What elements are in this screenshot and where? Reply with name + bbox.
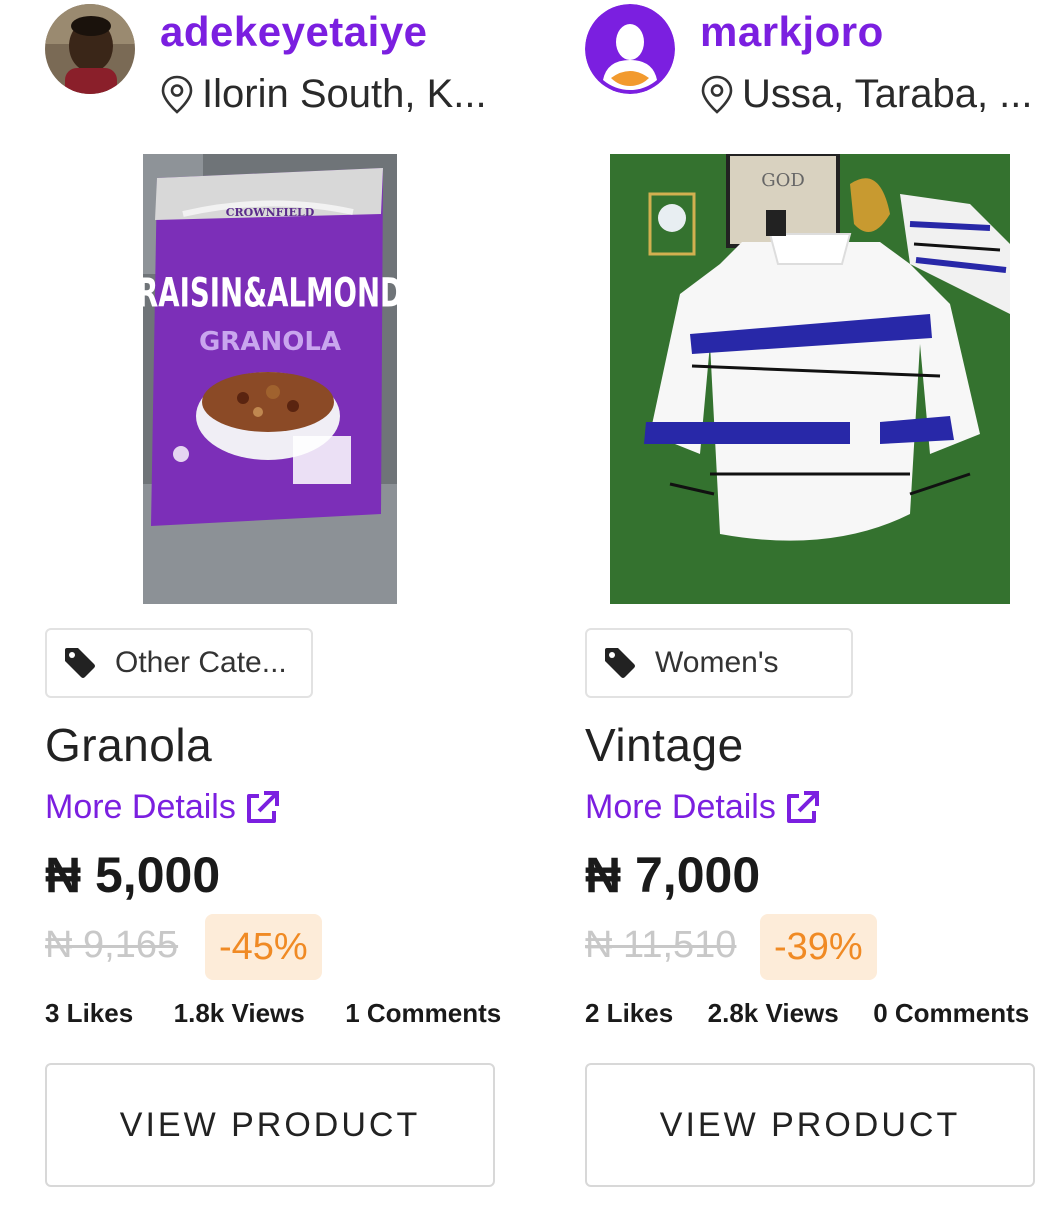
category-chip: Other Cate... — [45, 628, 313, 698]
discount-badge: -39% — [760, 914, 877, 980]
seller-location: Ilorin South, K... — [160, 72, 487, 117]
location-text: Ilorin South, K... — [202, 72, 487, 116]
product-title: Granola — [45, 719, 213, 771]
frame-text: GOD — [761, 170, 805, 191]
external-link-icon — [784, 790, 820, 826]
comments-count: 0 Comments — [873, 998, 1030, 1028]
product-name-line2: GRANOLA — [199, 327, 341, 357]
likes-count: 2 Likes — [585, 998, 674, 1028]
product-stats: 3 Likes 1.8k Views 1 Comments — [45, 998, 501, 1029]
external-link-icon — [244, 790, 280, 826]
discount-badge: -45% — [205, 914, 322, 980]
product-stats: 2 Likes 2.8k Views 0 Comments — [585, 998, 1029, 1029]
seller-avatar[interactable] — [585, 4, 675, 94]
more-details-label: More Details — [45, 788, 236, 826]
original-price: ₦ 11,510 — [585, 924, 737, 966]
category-label: Women's — [655, 646, 779, 679]
product-image[interactable]: GOD — [610, 154, 1010, 604]
category-label: Other Cate... — [115, 646, 287, 679]
product-card: adekeyetaiye Ilorin South, K... CROWNFIE… — [0, 0, 501, 1231]
more-details-link[interactable]: More Details — [585, 788, 820, 827]
view-product-button[interactable]: VIEW PRODUCT — [45, 1063, 495, 1187]
tag-icon — [63, 646, 97, 680]
view-product-button[interactable]: VIEW PRODUCT — [585, 1063, 1035, 1187]
product-title: Vintage — [585, 719, 744, 771]
seller-username[interactable]: markjoro — [700, 8, 884, 56]
product-price: ₦ 5,000 — [45, 847, 221, 903]
seller-username[interactable]: adekeyetaiye — [160, 8, 428, 56]
tag-icon — [603, 646, 637, 680]
product-price: ₦ 7,000 — [585, 847, 761, 903]
views-count: 1.8k Views — [173, 998, 305, 1028]
product-image[interactable]: CROWNFIELD RAISIN&ALMOND GRANOLA — [143, 154, 397, 604]
product-name-line1: RAISIN&ALMOND — [143, 270, 397, 317]
comments-count: 1 Comments — [345, 998, 502, 1028]
category-chip: Women's — [585, 628, 853, 698]
likes-count: 3 Likes — [45, 998, 134, 1028]
views-count: 2.8k Views — [707, 998, 839, 1028]
location-pin-icon — [160, 75, 194, 115]
seller-location: Ussa, Taraba, ... — [700, 72, 1033, 117]
seller-avatar[interactable] — [45, 4, 135, 94]
product-card: markjoro Ussa, Taraba, ... GOD Women's V… — [540, 0, 1040, 1231]
location-text: Ussa, Taraba, ... — [742, 72, 1033, 116]
brand-text: CROWNFIELD — [226, 206, 315, 219]
more-details-link[interactable]: More Details — [45, 788, 280, 827]
original-price: ₦ 9,165 — [45, 924, 179, 966]
more-details-label: More Details — [585, 788, 776, 826]
location-pin-icon — [700, 75, 734, 115]
